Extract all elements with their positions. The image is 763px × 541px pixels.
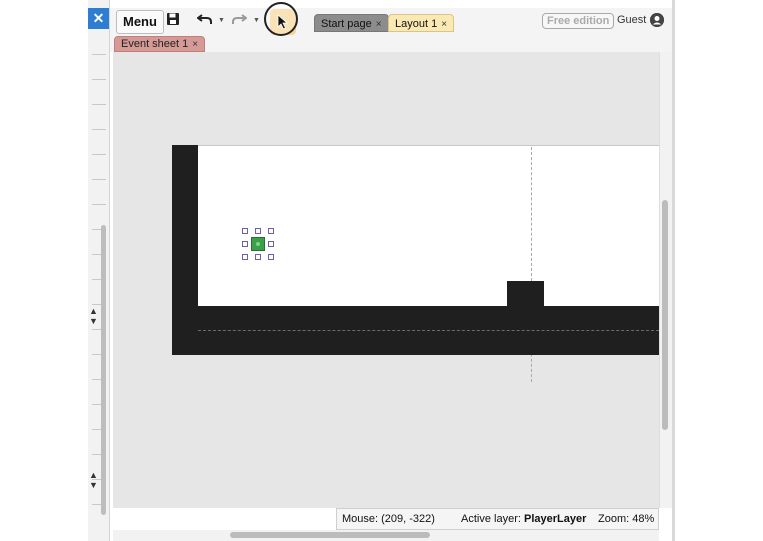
tab-label: Event sheet 1 — [121, 38, 189, 50]
horizontal-scrollbar-thumb[interactable] — [230, 532, 430, 538]
vertical-scrollbar-thumb[interactable] — [662, 200, 668, 430]
tab-layout-1[interactable]: Layout 1 × — [388, 14, 455, 32]
tab-event-sheet-1[interactable]: Event sheet 1 × — [114, 36, 206, 52]
layout-canvas[interactable] — [113, 52, 659, 508]
redo-icon[interactable] — [231, 12, 248, 31]
tab-start-page[interactable]: Start page × — [314, 14, 389, 32]
viewport-guide-horizontal — [198, 330, 659, 331]
window-edge — [672, 0, 675, 541]
undo-dropdown-icon[interactable]: ▼ — [218, 17, 225, 24]
resize-handle[interactable] — [242, 228, 248, 234]
tab-label: Layout 1 — [395, 18, 438, 30]
left-sort-icon-upper[interactable]: ▲ ▼ — [89, 306, 98, 326]
left-scrollbar[interactable] — [101, 225, 106, 515]
left-sort-icon-lower[interactable]: ▲ ▼ — [89, 470, 98, 490]
resize-handle[interactable] — [255, 254, 261, 260]
redo-dropdown-icon[interactable]: ▼ — [253, 17, 260, 24]
user-icon[interactable] — [650, 13, 664, 27]
resize-handle[interactable] — [268, 228, 274, 234]
toolbar: Menu ▼ ▼ Start page × Layout 1 × Free edit… — [110, 2, 672, 36]
player-origin — [256, 242, 260, 246]
resize-handle[interactable] — [242, 241, 248, 247]
tab-close-icon[interactable]: × — [376, 19, 382, 30]
tab-label: Start page — [321, 18, 372, 30]
secondary-tab-row: Event sheet 1 × — [110, 36, 672, 52]
tab-close-icon[interactable]: × — [441, 19, 447, 30]
tab-close-icon[interactable]: × — [192, 39, 198, 50]
resize-handle[interactable] — [255, 228, 261, 234]
close-icon[interactable]: ✕ — [88, 8, 109, 29]
resize-handle[interactable] — [268, 241, 274, 247]
resize-handle[interactable] — [242, 254, 248, 260]
zoom-level: Zoom: 48% — [598, 513, 655, 525]
active-layer-value[interactable]: PlayerLayer — [524, 509, 586, 529]
player-sprite[interactable] — [251, 237, 265, 251]
mouse-position: Mouse: (209, -322) — [342, 513, 435, 525]
active-layer-label: Active layer: — [461, 513, 521, 525]
user-name[interactable]: Guest — [617, 14, 646, 26]
menu-button[interactable]: Menu — [116, 10, 164, 34]
free-edition-badge[interactable]: Free edition — [542, 13, 615, 29]
resize-handle[interactable] — [268, 254, 274, 260]
save-icon[interactable] — [166, 12, 180, 31]
undo-icon[interactable] — [196, 12, 213, 31]
cursor-icon[interactable] — [277, 14, 289, 35]
app-window: ✕ ▲ ▼ ▲ ▼ Menu ▼ ▼ Start page × Layout 1 × F… — [0, 0, 763, 541]
status-bar: Mouse: (209, -322) Active layer: PlayerL… — [336, 508, 659, 530]
solid-block[interactable] — [507, 281, 544, 308]
